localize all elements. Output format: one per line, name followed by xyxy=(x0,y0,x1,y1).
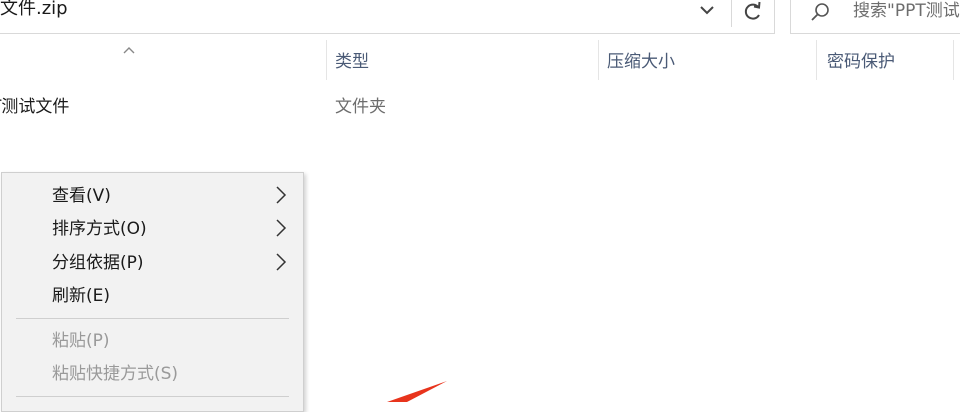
chevron-right-icon xyxy=(274,185,288,205)
address-path: 文件.zip xyxy=(0,0,68,19)
chevron-down-icon[interactable] xyxy=(693,0,721,23)
column-divider[interactable] xyxy=(326,40,327,80)
context-menu: 查看(V) 排序方式(O) 分组依据(P) 刷新(E) 粘贴(P) 粘贴快捷方式… xyxy=(1,172,304,412)
sort-ascending-icon[interactable] xyxy=(122,40,136,54)
column-divider[interactable] xyxy=(816,40,817,80)
column-divider[interactable] xyxy=(598,40,599,80)
column-header-password-protected[interactable]: 密码保护 xyxy=(827,51,895,73)
refresh-icon xyxy=(744,1,761,20)
menu-item-paste-shortcut[interactable]: 粘贴快捷方式(S) xyxy=(52,363,178,385)
annotation-arrow-icon xyxy=(385,378,455,402)
menu-item-refresh[interactable]: 刷新(E) xyxy=(52,285,110,307)
menu-item-sort-by[interactable]: 排序方式(O) xyxy=(52,218,147,240)
column-header-compressed-size[interactable]: 压缩大小 xyxy=(607,51,675,73)
search-input[interactable]: 搜索"PPT测试 xyxy=(853,0,960,22)
menu-separator xyxy=(16,396,289,397)
file-row-type: 文件夹 xyxy=(335,97,386,117)
menu-item-group-by[interactable]: 分组依据(P) xyxy=(52,252,144,274)
chevron-right-icon xyxy=(274,218,288,238)
file-row-name[interactable]: T测试文件 xyxy=(0,96,69,118)
refresh-button[interactable] xyxy=(731,0,773,27)
column-header-type[interactable]: 类型 xyxy=(335,51,369,73)
search-box[interactable]: 搜索"PPT测试 xyxy=(790,0,960,34)
chevron-right-icon xyxy=(274,252,288,272)
search-icon xyxy=(810,1,832,23)
menu-item-paste[interactable]: 粘贴(P) xyxy=(52,330,110,352)
menu-item-view[interactable]: 查看(V) xyxy=(52,185,111,207)
column-divider[interactable] xyxy=(953,40,954,80)
menu-separator xyxy=(16,318,289,319)
address-bar[interactable]: 文件.zip xyxy=(0,0,775,34)
